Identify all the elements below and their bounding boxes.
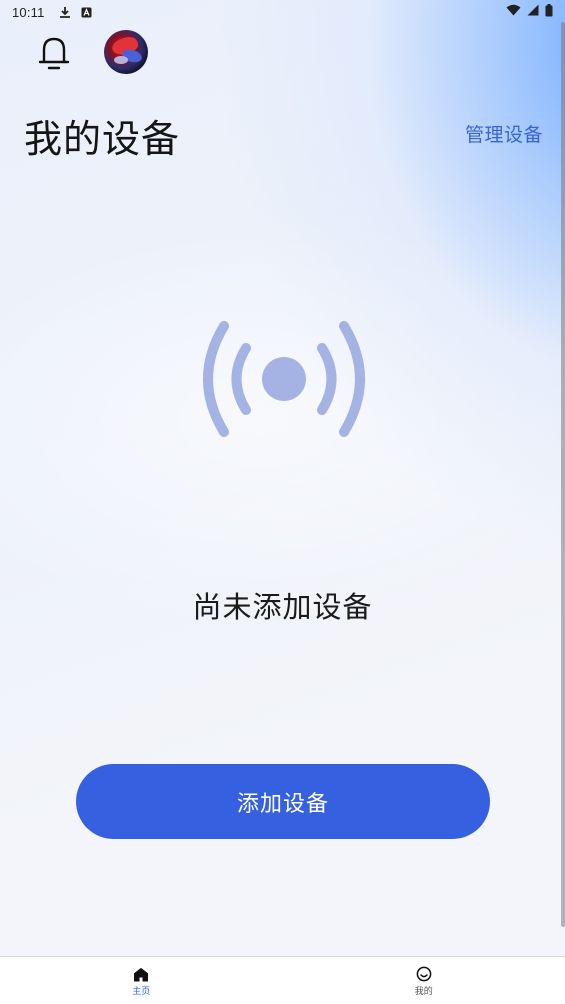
cellular-signal-icon: [527, 4, 539, 20]
download-icon: [59, 6, 71, 19]
app-notification-icon: [81, 7, 92, 18]
app-screen: 10:11 我的设备 管理设备 尚未添加设备 添加设备 主页 我的: [0, 0, 565, 1004]
bell-icon: [38, 37, 70, 70]
bottom-navigation: 主页 我的: [0, 956, 565, 1004]
manage-devices-link[interactable]: 管理设备: [465, 120, 543, 147]
page-title: 我的设备: [24, 117, 181, 161]
broadcast-signal-icon: [203, 321, 365, 437]
notifications-button[interactable]: [36, 34, 72, 72]
status-bar: 10:11: [0, 0, 565, 24]
nav-item-home[interactable]: 主页: [0, 957, 283, 1004]
nav-item-mine[interactable]: 我的: [283, 957, 565, 1004]
avatar[interactable]: [104, 30, 148, 74]
wifi-icon: [506, 4, 521, 20]
add-device-button[interactable]: 添加设备: [76, 764, 490, 839]
status-time: 10:11: [12, 4, 45, 20]
nav-item-label: 我的: [414, 987, 433, 997]
nav-item-label: 主页: [132, 986, 151, 997]
smiley-icon: [416, 966, 432, 982]
scrollbar[interactable]: [561, 22, 565, 927]
battery-icon: [545, 3, 553, 21]
empty-state-message: 尚未添加设备: [192, 590, 373, 624]
home-icon: [134, 967, 149, 981]
